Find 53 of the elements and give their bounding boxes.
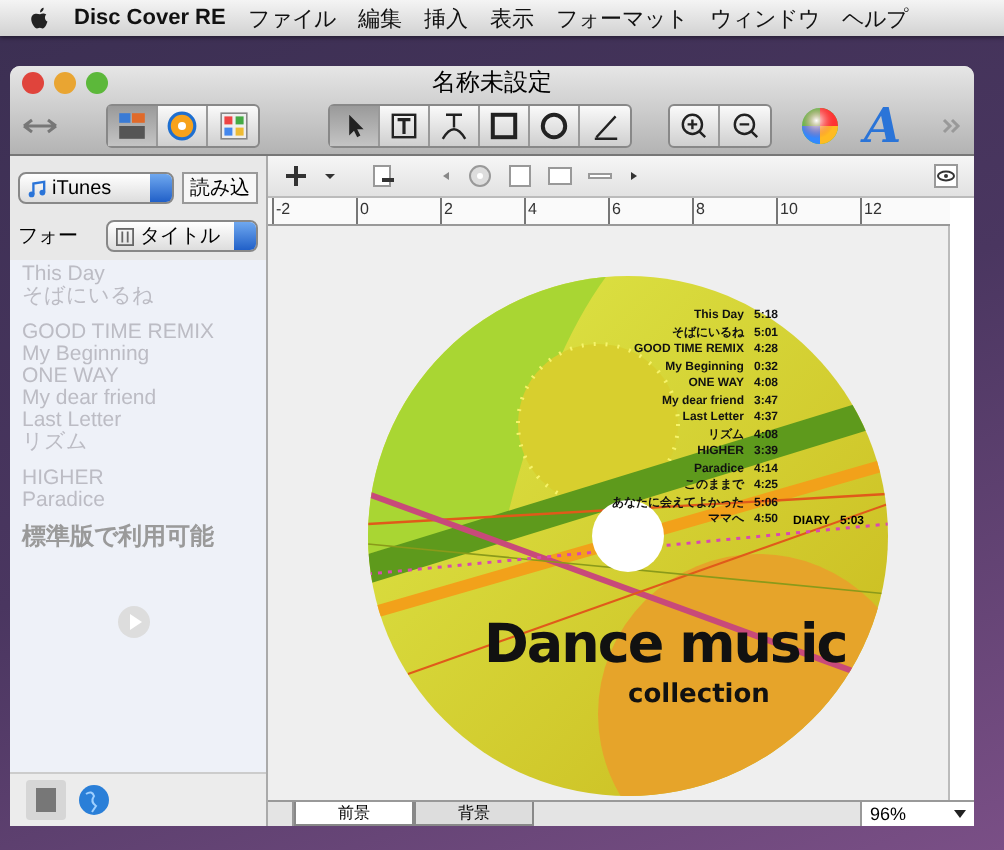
layer-tab[interactable]: 背景 bbox=[414, 802, 534, 826]
arc-text-icon bbox=[438, 110, 470, 142]
eye-icon[interactable] bbox=[934, 164, 958, 188]
close-icon[interactable] bbox=[22, 71, 44, 93]
ruler-label: -2 bbox=[272, 198, 356, 224]
apple-icon[interactable] bbox=[28, 5, 52, 31]
menu-item[interactable]: ヘルプ bbox=[841, 3, 908, 33]
disc-icon bbox=[166, 110, 198, 142]
double-arrow-icon[interactable] bbox=[22, 116, 58, 136]
menu-item[interactable]: ファイル bbox=[247, 3, 336, 33]
layout-icon bbox=[116, 110, 148, 142]
tool-button[interactable] bbox=[330, 106, 380, 146]
ruler-label: 12 bbox=[860, 198, 944, 224]
zoom-out-icon bbox=[729, 110, 761, 142]
field-label: フォー bbox=[18, 224, 78, 250]
document-icon[interactable] bbox=[26, 780, 66, 820]
add-icon[interactable] bbox=[284, 164, 308, 188]
view-button[interactable] bbox=[108, 106, 158, 146]
menu-item[interactable]: 挿入 bbox=[423, 3, 468, 33]
columns-icon bbox=[116, 227, 134, 245]
menu-item[interactable]: ウィンドウ bbox=[709, 3, 820, 33]
ruler-label: 8 bbox=[692, 198, 776, 224]
menu-item[interactable]: フォーマット bbox=[555, 3, 688, 33]
music-note-icon bbox=[28, 179, 46, 197]
ruler-label: 6 bbox=[608, 198, 692, 224]
text-icon bbox=[388, 110, 420, 142]
square-icon[interactable] bbox=[508, 164, 532, 188]
overlay-notice: 標準版で利用可能 bbox=[22, 520, 214, 554]
zoom-dropdown[interactable]: 96% bbox=[860, 802, 974, 826]
app-menu[interactable]: Disc Cover RE bbox=[74, 6, 226, 30]
disc-icon[interactable] bbox=[468, 164, 492, 188]
ruler-label: 10 bbox=[776, 198, 860, 224]
caret-icon bbox=[954, 810, 966, 818]
line-icon bbox=[589, 110, 621, 142]
ellipse-icon bbox=[538, 110, 570, 142]
ruler-label: 4 bbox=[524, 198, 608, 224]
zoom-in-icon bbox=[678, 110, 710, 142]
disc-title: Dance music bbox=[484, 614, 847, 676]
palette-icon bbox=[217, 110, 249, 142]
layer-tab[interactable]: 前景 bbox=[294, 802, 414, 826]
rectangle-icon[interactable] bbox=[548, 164, 572, 188]
disc-subtitle: collection bbox=[628, 680, 770, 710]
ruler-label: 0 bbox=[356, 198, 440, 224]
load-button[interactable]: 読み込 bbox=[182, 172, 258, 204]
field-dropdown[interactable]: タイトル bbox=[106, 220, 258, 252]
menu-item[interactable]: 表示 bbox=[489, 3, 534, 33]
menu-item[interactable]: 編集 bbox=[357, 3, 402, 33]
source-dropdown[interactable]: iTunes bbox=[18, 172, 174, 204]
rectangle-icon bbox=[488, 110, 520, 142]
remove-icon[interactable] bbox=[372, 164, 396, 188]
ruler-label: 2 bbox=[440, 198, 524, 224]
globe-icon[interactable] bbox=[78, 784, 110, 816]
window-title: 名称未設定 bbox=[432, 66, 552, 99]
